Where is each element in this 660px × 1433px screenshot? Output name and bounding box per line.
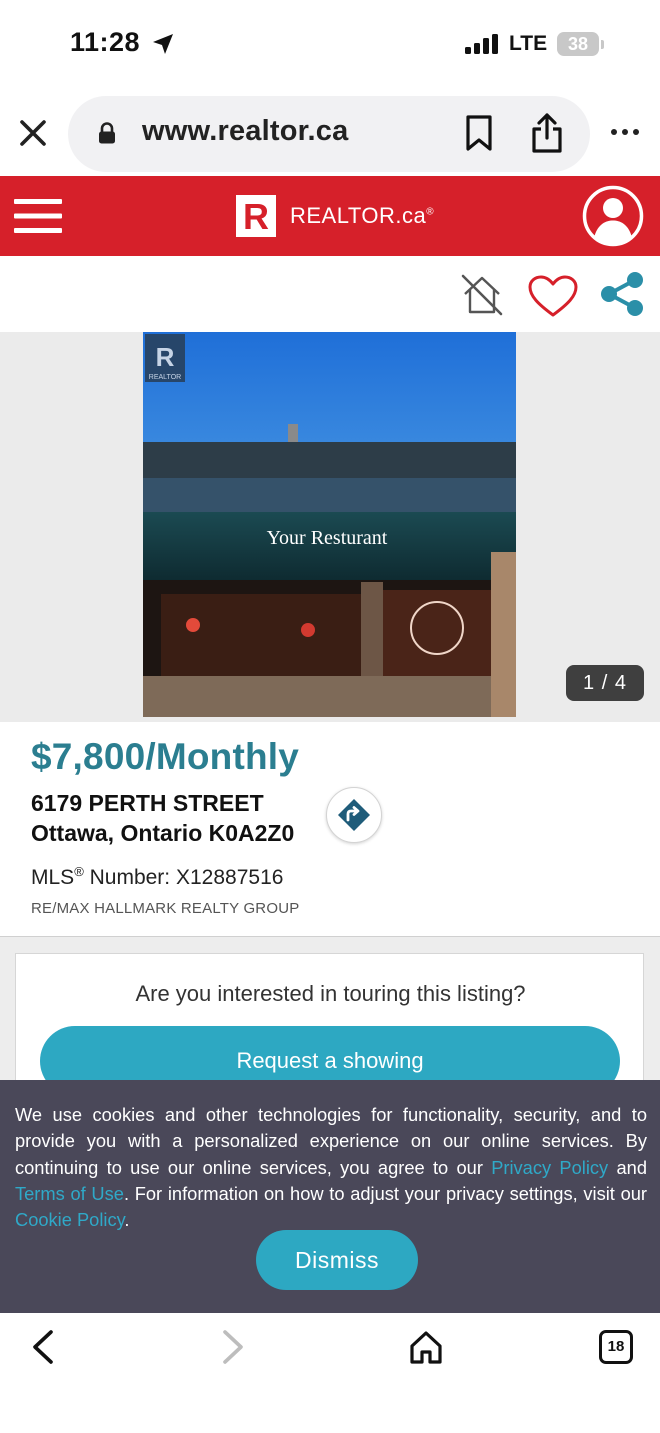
logo-text: REALTOR.ca® [290,203,434,229]
share-icon[interactable] [530,112,564,154]
cookie-banner: We use cookies and other technologies fo… [0,1080,660,1313]
listing-price: $7,800/Monthly [31,736,300,777]
site-header: R REALTOR.ca® [0,176,660,256]
network-type: LTE [509,32,548,55]
directions-icon [338,799,370,831]
mls-number: MLS® Number: X12887516 [31,864,283,890]
bookmark-icon[interactable] [464,114,494,152]
forward-icon[interactable] [220,1329,246,1365]
dismiss-button[interactable]: Dismiss [256,1230,418,1290]
mls-label: Number: [83,866,176,889]
battery-tip [601,40,604,49]
privacy-policy-link[interactable]: Privacy Policy [491,1157,608,1178]
share-nodes-icon[interactable] [598,270,646,318]
cookie-text-3: . For information on how to adjust your … [123,1182,647,1204]
tab-count: 18 [607,1338,625,1355]
photo-watermark-text: REALTOR [149,374,181,381]
tabs-icon[interactable]: 18 [599,1330,633,1364]
status-time: 11:28 [70,27,141,57]
account-icon[interactable] [582,185,644,247]
photo-gallery[interactable]: Your Resturant R REALTOR 1 / 4 [0,332,660,722]
logo-registered-mark: ® [426,206,435,218]
tour-question: Are you interested in touring this listi… [135,981,526,1006]
mls-prefix: MLS [31,866,75,889]
logo-wordmark: REALTOR.ca [290,203,427,228]
browser-toolbar: 18 [0,1313,660,1433]
address-city: Ottawa, Ontario K0A2Z0 [31,820,295,846]
more-icon[interactable] [610,127,640,137]
address-street: 6179 PERTH STREET [31,790,264,816]
battery-level: 38 [567,34,589,54]
terms-of-use-link[interactable]: Terms of Use [15,1183,124,1204]
brokerage-name: RE/MAX HALLMARK REALTY GROUP [31,900,300,917]
url-text: www.realtor.ca [142,115,349,147]
address-bar[interactable]: www.realtor.ca [68,96,590,172]
photo-counter: 1 / 4 [566,665,644,701]
battery-icon: 38 [557,32,599,56]
site-logo[interactable]: R REALTOR.ca® [236,195,434,237]
mls-registered-mark: ® [74,864,84,879]
location-arrow-icon [153,34,173,54]
menu-icon[interactable] [14,197,62,235]
realtor-logo-icon: R [236,195,276,237]
directions-button[interactable] [326,787,382,843]
cookie-text: We use cookies and other technologies fo… [15,1102,647,1233]
favorite-heart-icon[interactable] [527,274,579,318]
back-icon[interactable] [30,1329,56,1365]
close-icon[interactable] [18,118,48,148]
listing-photo[interactable]: Your Resturant R REALTOR [143,332,516,717]
cookie-text-2: and [608,1156,647,1178]
signal-icon [465,34,498,54]
cookie-policy-link[interactable]: Cookie Policy [15,1209,124,1230]
status-bar: 11:28 LTE 38 [0,0,660,90]
home-icon[interactable] [408,1329,444,1365]
photo-watermark-letter: R [156,342,175,372]
mls-value: X12887516 [175,866,284,889]
listing-actions [0,256,660,332]
lock-icon [99,122,115,144]
photo-sign-text: Your Resturant [267,527,388,549]
logo-letter: R [243,196,269,237]
cookie-text-4: . [124,1209,130,1231]
hide-listing-icon[interactable] [459,272,505,316]
